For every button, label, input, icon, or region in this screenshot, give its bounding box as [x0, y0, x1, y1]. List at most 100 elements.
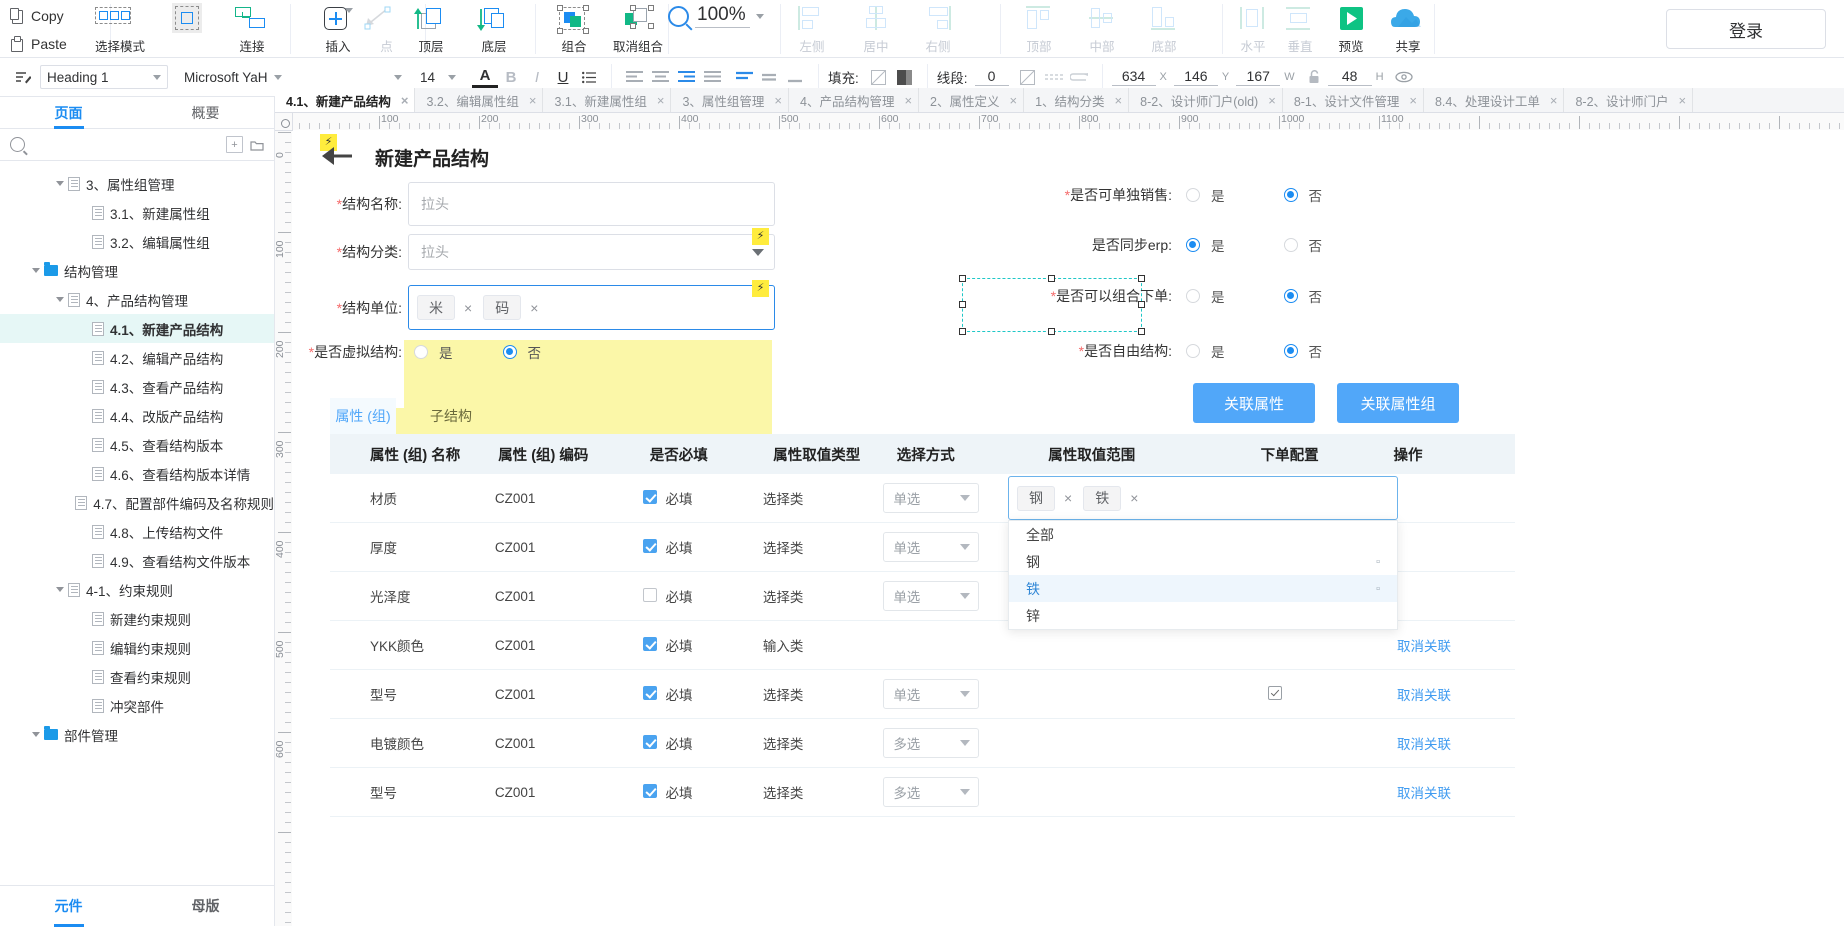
font-variant-select[interactable]	[294, 65, 408, 89]
tree-expand-arrow[interactable]	[28, 732, 44, 737]
toolbar-button-connect[interactable]: 连接	[216, 0, 288, 56]
design-canvas[interactable]: ⚡ 新建产品结构 *结构名称: 拉头 *结构分类: 拉头 ⚡ *结构单位: 米	[292, 130, 1844, 926]
line-width-input[interactable]	[974, 68, 1009, 86]
tree-item[interactable]: 4.2、编辑产品结构	[0, 343, 274, 372]
valign-middle-button[interactable]	[757, 65, 783, 89]
unlink-button[interactable]: 取消关联	[1397, 639, 1451, 654]
select-mode[interactable]: 单选	[883, 532, 980, 562]
unlink-button[interactable]: 取消关联	[1397, 688, 1451, 703]
close-icon[interactable]: ×	[904, 93, 912, 108]
tree-item[interactable]: 4.4、改版产品结构	[0, 401, 274, 430]
tag-remove-icon[interactable]: ×	[530, 300, 538, 316]
close-icon[interactable]: ×	[1115, 93, 1123, 108]
link-attribute-button[interactable]: 关联属性	[1193, 383, 1315, 423]
selection-handle[interactable]	[959, 328, 966, 335]
radio-free-yes[interactable]	[1186, 344, 1200, 358]
list-button[interactable]	[576, 65, 602, 89]
toolbar-button-select-single[interactable]: x	[148, 0, 220, 56]
tag-remove-icon[interactable]: ×	[464, 300, 472, 316]
table-row[interactable]: 电镀颜色 CZ001 必填 选择类 多选 取消关联	[330, 719, 1515, 768]
selection-handle[interactable]	[959, 275, 966, 282]
selection-handle[interactable]	[959, 301, 966, 308]
tag-remove-icon[interactable]: ×	[1130, 490, 1138, 506]
align-justify-button[interactable]	[699, 65, 725, 89]
radio-erp-yes[interactable]	[1186, 238, 1200, 252]
close-icon[interactable]: ×	[774, 93, 782, 108]
tree-item[interactable]: 4.8、上传结构文件	[0, 517, 274, 546]
file-tab[interactable]: 8.4、处理设计工单 ×	[1423, 88, 1565, 112]
radio-combo-yes[interactable]	[1186, 289, 1200, 303]
fill-none-swatch[interactable]	[866, 65, 892, 89]
close-icon[interactable]: ×	[401, 93, 409, 108]
file-tab[interactable]: 3、属性组管理 ×	[671, 88, 789, 112]
tree-item[interactable]: 查看约束规则	[0, 662, 274, 691]
select-mode[interactable]: 单选	[883, 679, 980, 709]
dropdown-option[interactable]: 锌	[1009, 602, 1397, 629]
underline-button[interactable]: U	[550, 65, 576, 89]
tree-expand-arrow[interactable]	[52, 181, 68, 186]
tree-item[interactable]: 4.3、查看产品结构	[0, 372, 274, 401]
selection-handle[interactable]	[1048, 275, 1055, 282]
unlink-button[interactable]: 取消关联	[1397, 737, 1451, 752]
search-input[interactable]	[31, 136, 220, 153]
visibility-eye-icon[interactable]	[1391, 65, 1417, 89]
line-style-swatch[interactable]	[1015, 65, 1041, 89]
radio-free-no[interactable]	[1283, 344, 1298, 358]
input-structure-name[interactable]: 拉头	[408, 182, 775, 226]
toolbar-button-send-back[interactable]: 底层	[458, 0, 530, 56]
file-tab[interactable]: 4.1、新建产品结构 ×	[275, 88, 416, 112]
tree-expand-arrow[interactable]	[28, 268, 44, 273]
font-size-select[interactable]: 14	[414, 65, 462, 89]
align-right-button[interactable]	[673, 65, 699, 89]
close-icon[interactable]: ×	[1550, 93, 1558, 108]
close-icon[interactable]: ×	[529, 93, 537, 108]
select-structure-category[interactable]: 拉头	[408, 234, 775, 270]
position-y-input[interactable]	[1173, 68, 1218, 86]
select-mode[interactable]: 单选	[883, 483, 980, 513]
toolbar-button-group[interactable]: 组合	[538, 0, 610, 56]
file-tab[interactable]: 3.1、新建属性组 ×	[543, 88, 672, 112]
radio-erp-no[interactable]	[1283, 238, 1298, 252]
font-color-button[interactable]: A	[472, 67, 498, 88]
add-folder-button[interactable]	[249, 137, 264, 152]
italic-button[interactable]: I	[524, 65, 550, 89]
tab-widgets[interactable]: 元件	[0, 886, 137, 926]
toolbar-button-point[interactable]: 点	[322, 0, 394, 56]
lock-ratio-icon[interactable]	[1302, 65, 1328, 89]
paragraph-style-select[interactable]: Heading 1	[40, 65, 168, 89]
file-tab[interactable]: 3.2、编辑属性组 ×	[415, 88, 544, 112]
tab-attributes[interactable]: 属性 (组)	[330, 398, 396, 434]
attribute-range-tags-input[interactable]: 钢 × 铁 ×	[1008, 476, 1398, 520]
tree-expand-arrow[interactable]	[52, 587, 68, 592]
select-mode[interactable]: 多选	[883, 728, 980, 758]
bold-button[interactable]: B	[498, 65, 524, 89]
ruler-origin-icon[interactable]	[275, 113, 293, 131]
file-tab[interactable]: 2、属性定义 ×	[919, 88, 1025, 112]
file-tab[interactable]: 8-2、设计师门户 ×	[1564, 88, 1694, 112]
toolbar-button-select-mode[interactable]: 选择模式	[84, 0, 156, 56]
back-arrow-icon[interactable]	[319, 143, 355, 169]
tree-item[interactable]: 4.1、新建产品结构	[0, 314, 274, 343]
toolbar-button-bring-front[interactable]: 顶层	[395, 0, 467, 56]
toolbar-button-ungroup[interactable]: 取消组合	[602, 0, 674, 56]
toolbar-button-align-bottom[interactable]: 底部	[1128, 0, 1200, 56]
align-center-button[interactable]	[647, 65, 673, 89]
required-checkbox[interactable]	[642, 784, 657, 798]
selection-handle[interactable]	[1138, 328, 1145, 335]
required-checkbox[interactable]	[642, 490, 657, 504]
unlink-button[interactable]: 取消关联	[1397, 786, 1451, 801]
add-page-button[interactable]: +	[226, 136, 243, 153]
selection-handle[interactable]	[1048, 328, 1055, 335]
tree-item[interactable]: 3.1、新建属性组	[0, 198, 274, 227]
link-attribute-group-button[interactable]: 关联属性组	[1337, 383, 1459, 423]
zoom-control[interactable]: 100%	[668, 4, 764, 28]
select-mode[interactable]: 多选	[883, 777, 980, 807]
close-icon[interactable]: ×	[1010, 93, 1018, 108]
selection-handle[interactable]	[1138, 275, 1145, 282]
tree-item[interactable]: 冲突部件	[0, 691, 274, 720]
tree-item[interactable]: 编辑约束规则	[0, 633, 274, 662]
required-checkbox[interactable]	[642, 637, 657, 651]
dropdown-option[interactable]: 铁 ▫	[1009, 575, 1397, 602]
toolbar-button-align-right[interactable]: 右侧	[902, 0, 974, 56]
tree-item[interactable]: 结构管理	[0, 256, 274, 285]
